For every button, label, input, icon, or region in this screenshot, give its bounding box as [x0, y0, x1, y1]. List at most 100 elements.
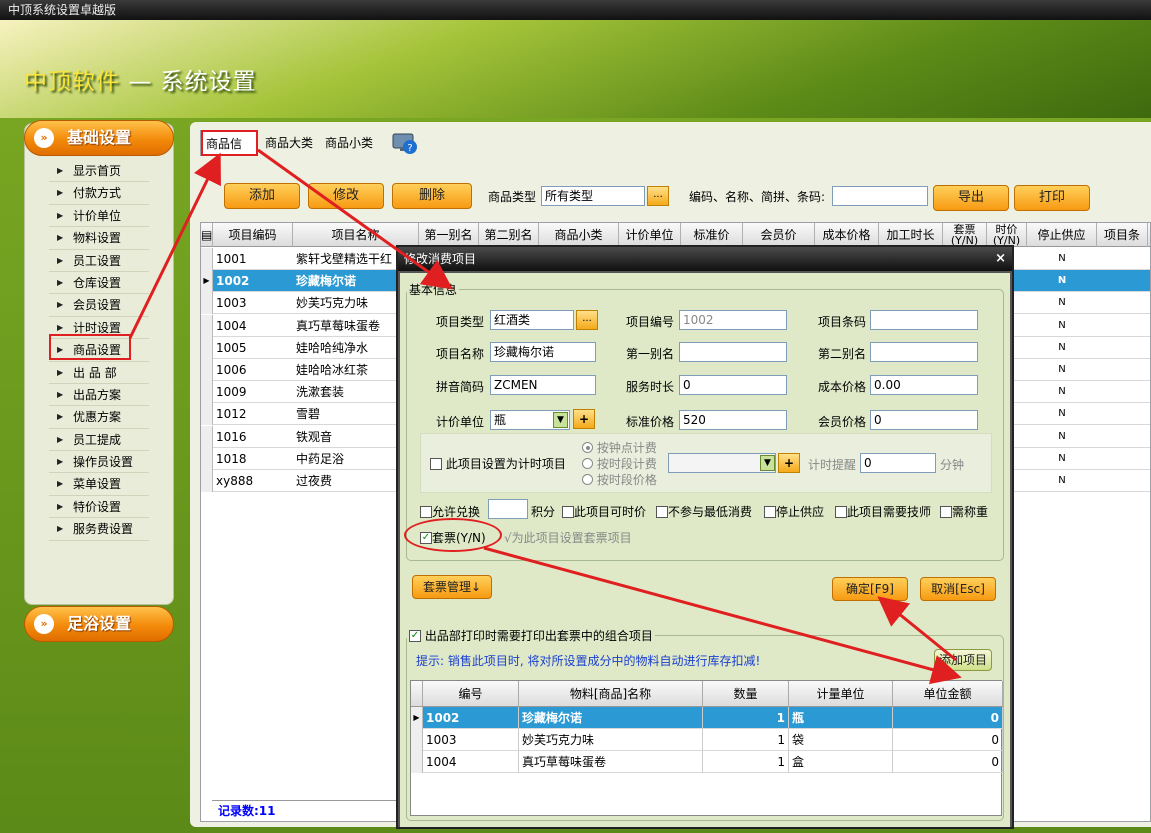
sidebar-item[interactable]: ▶ 会员设置: [49, 294, 149, 317]
cell-stop: N: [1058, 319, 1066, 331]
edit-button[interactable]: 修改: [308, 183, 384, 209]
chevron-down-icon[interactable]: ▼: [760, 455, 775, 471]
section-foot-bath-settings[interactable]: » 足浴设置: [24, 606, 174, 642]
sidebar-item[interactable]: ▶ 出 品 部: [49, 362, 149, 384]
sidebar-item[interactable]: ▶ 出品方案: [49, 384, 149, 407]
cancel-button[interactable]: 取消[Esc]: [920, 577, 996, 601]
cell-qty: 1: [703, 729, 789, 751]
name-label: 项目名称: [436, 347, 485, 361]
add-unit-icon[interactable]: +: [573, 409, 595, 429]
combo-row[interactable]: 1003 妙芙巧克力味 1 袋 0: [411, 729, 1003, 751]
tab-goods-subcategory[interactable]: 商品小类: [320, 130, 380, 156]
goods-type-browse-button[interactable]: ...: [647, 186, 669, 206]
grid-column-header[interactable]: 项目编码: [213, 223, 293, 247]
subgrid-column-header[interactable]: 单位金额: [893, 681, 1003, 707]
dialog-title: 修改消费项目: [404, 252, 477, 266]
subgrid-column-header[interactable]: 物料[商品]名称: [519, 681, 703, 707]
grid-column-header[interactable]: 标准价: [681, 223, 743, 247]
sidebar-item[interactable]: ▶ 服务费设置: [49, 518, 149, 541]
export-button[interactable]: 导出: [933, 185, 1009, 211]
sidebar-item[interactable]: ▶ 仓库设置: [49, 272, 149, 295]
subgrid-column-header[interactable]: 数量: [703, 681, 789, 707]
grid-column-header[interactable]: 时价(Y/N): [987, 223, 1027, 247]
stop-supply-checkbox[interactable]: 停止供应: [764, 503, 824, 520]
triangle-right-icon: ▶: [57, 412, 64, 422]
grid-column-header[interactable]: 商品小类: [539, 223, 619, 247]
tab-goods-category[interactable]: 商品大类: [260, 130, 320, 156]
duration-input[interactable]: 0: [679, 375, 787, 395]
goods-type-label: 商品类型: [488, 190, 537, 204]
add-period-icon[interactable]: +: [778, 453, 800, 473]
sidebar-item[interactable]: ▶ 操作员设置: [49, 451, 149, 474]
subgrid-column-header[interactable]: 计量单位: [789, 681, 893, 707]
cell-code: 1002: [423, 707, 519, 729]
grid-column-header[interactable]: 第一别名: [419, 223, 479, 247]
dialog-titlebar[interactable]: 修改消费项目: [398, 247, 1012, 271]
package-management-button[interactable]: 套票管理↓: [412, 575, 492, 599]
no-min-consumption-checkbox[interactable]: 不参与最低消费: [656, 503, 752, 520]
row-indicator: [201, 403, 213, 426]
time-price-checkbox[interactable]: 此项目可时价: [562, 503, 646, 520]
combo-row[interactable]: 1004 真巧草莓味蛋卷 1 盒 0: [411, 751, 1003, 773]
combo-legend[interactable]: ✓ 出品部打印时需要打印出套票中的组合项目: [407, 627, 655, 644]
sidebar-item[interactable]: ▶ 员工设置: [49, 250, 149, 272]
alias1-input[interactable]: [679, 342, 787, 362]
std-price-input[interactable]: 520: [679, 410, 787, 430]
grid-column-header[interactable]: 项目名称: [293, 223, 419, 247]
ok-button[interactable]: 确定[F9]: [832, 577, 908, 601]
name-input[interactable]: 珍藏梅尔诺: [490, 342, 596, 362]
timed-checkbox[interactable]: 此项目设置为计时项目: [430, 455, 566, 472]
grid-column-header[interactable]: 加工时长: [879, 223, 943, 247]
section-basic-settings[interactable]: » 基础设置: [24, 120, 174, 156]
pinyin-input[interactable]: ZCMEN: [490, 375, 596, 395]
type-browse-button[interactable]: ...: [576, 310, 598, 330]
code-input[interactable]: 1002: [679, 310, 787, 330]
add-item-button[interactable]: 添加项目: [934, 649, 992, 671]
triangle-right-icon: ▶: [57, 300, 64, 310]
need-technician-checkbox[interactable]: 此项目需要技师: [835, 503, 931, 520]
sidebar-item[interactable]: ▶ 菜单设置: [49, 473, 149, 496]
print-button[interactable]: 打印: [1014, 185, 1090, 211]
sidebar-item[interactable]: ▶ 显示首页: [49, 160, 149, 183]
alias2-input[interactable]: [870, 342, 978, 362]
sidebar-item-label: 员工提成: [73, 432, 122, 447]
cell-code: xy888: [216, 474, 254, 488]
sidebar-item[interactable]: ▶ 特价设置: [49, 496, 149, 519]
sidebar-item[interactable]: ▶ 计价单位: [49, 205, 149, 228]
triangle-right-icon: ▶: [57, 389, 64, 399]
grid-column-header[interactable]: 第二别名: [479, 223, 539, 247]
grid-column-header[interactable]: 停止供应: [1027, 223, 1097, 247]
combo-row[interactable]: ▶ 1002 珍藏梅尔诺 1 瓶 0: [411, 707, 1003, 729]
close-icon[interactable]: ×: [995, 247, 1006, 271]
sidebar-item[interactable]: ▶ 付款方式: [49, 182, 149, 205]
help-monitor-icon[interactable]: ?: [392, 132, 418, 156]
sidebar-item[interactable]: ▶ 员工提成: [49, 429, 149, 452]
cost-input[interactable]: 0.00: [870, 375, 978, 395]
sidebar-item[interactable]: ▶ 优惠方案: [49, 406, 149, 429]
goods-type-select[interactable]: 所有类型: [541, 186, 645, 206]
chevron-down-icon[interactable]: ▼: [553, 412, 568, 428]
grid-column-header[interactable]: 成本价格: [815, 223, 879, 247]
sidebar-item[interactable]: ▶ 物料设置: [49, 227, 149, 250]
grid-column-header[interactable]: 会员价: [743, 223, 815, 247]
points-input[interactable]: [488, 499, 528, 519]
search-input[interactable]: [832, 186, 928, 206]
grid-column-header[interactable]: 项目条: [1097, 223, 1148, 247]
type-input[interactable]: 红酒类: [490, 310, 574, 330]
row-indicator: ▶: [201, 270, 213, 293]
add-button[interactable]: 添加: [224, 183, 300, 209]
radio-by-period[interactable]: 按时段计费: [582, 455, 657, 472]
sidebar-item-label: 会员设置: [73, 298, 122, 313]
need-weigh-checkbox[interactable]: 需称重: [940, 503, 988, 520]
member-price-input[interactable]: 0: [870, 410, 978, 430]
radio-by-hour[interactable]: 按钟点计费: [582, 439, 657, 456]
barcode-input[interactable]: [870, 310, 978, 330]
delete-button[interactable]: 删除: [392, 183, 472, 209]
subgrid-corner: [411, 681, 423, 707]
remind-input[interactable]: 0: [860, 453, 936, 473]
subgrid-column-header[interactable]: 编号: [423, 681, 519, 707]
cell-name: 真巧草莓味蛋卷: [519, 751, 703, 773]
radio-by-period-price[interactable]: 按时段价格: [582, 471, 657, 488]
grid-column-header[interactable]: 计价单位: [619, 223, 681, 247]
grid-column-header[interactable]: 套票(Y/N): [943, 223, 987, 247]
